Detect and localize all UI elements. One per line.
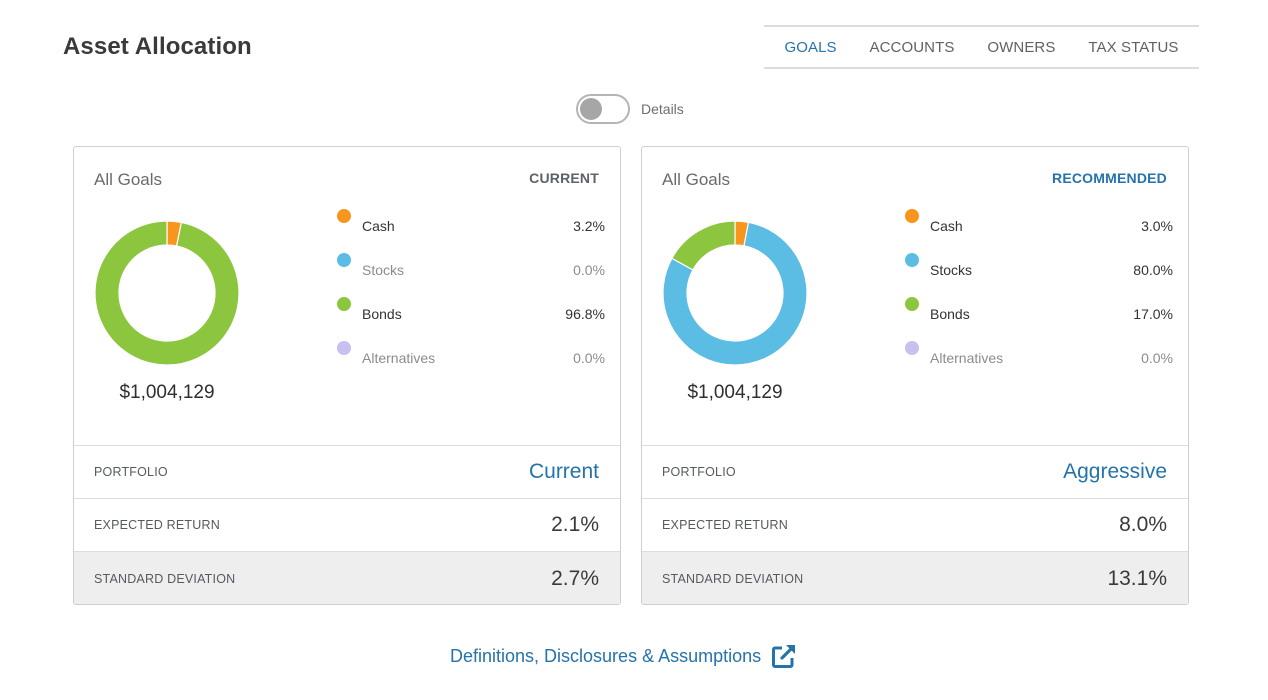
cash-color-dot [905, 209, 919, 223]
details-toggle[interactable] [576, 94, 630, 124]
portfolio-total: $1,004,129 [687, 382, 783, 403]
allocation-legend: Cash 3.2% Stocks 0.0% Bonds 96.8% Alternatives… [337, 207, 605, 383]
view-tabs: GOALS ACCOUNTS OWNERS TAX STATUS [764, 25, 1199, 69]
stocks-color-dot [337, 253, 351, 267]
disclosures-link-text: Definitions, Disclosures & Assumptions [450, 645, 762, 666]
expected-return-label: EXPECTED RETURN [662, 518, 788, 532]
legend-value: 0.0% [573, 350, 605, 366]
legend-name: Cash [362, 218, 395, 234]
donut-slice-bonds [94, 220, 240, 366]
legend-item-alternatives: Alternatives 0.0% [905, 339, 1173, 383]
std-dev-row: STANDARD DEVIATION 2.7% [74, 551, 620, 604]
std-dev-row: STANDARD DEVIATION 13.1% [642, 551, 1188, 604]
card-mode-label: CURRENT [529, 170, 599, 186]
portfolio-value-link[interactable]: Aggressive [1063, 460, 1167, 484]
legend-item-stocks: Stocks 80.0% [905, 251, 1173, 295]
std-dev-value: 2.7% [551, 566, 599, 590]
alternatives-color-dot [905, 341, 919, 355]
legend-name: Cash [930, 218, 963, 234]
toggle-knob [580, 98, 602, 120]
expected-return-row: EXPECTED RETURN 2.1% [74, 498, 620, 551]
legend-value: 17.0% [1133, 306, 1173, 322]
legend-item-alternatives: Alternatives 0.0% [337, 339, 605, 383]
portfolio-stats: PORTFOLIO Aggressive EXPECTED RETURN 8.0… [642, 445, 1188, 604]
legend-value: 0.0% [573, 262, 605, 278]
tab-tax-status[interactable]: TAX STATUS [1088, 39, 1178, 56]
legend-item-cash: Cash 3.2% [337, 207, 605, 251]
current-allocation-card: All Goals CURRENT $1,004,129 Cash 3.2% Sto… [73, 146, 621, 605]
legend-name: Bonds [362, 306, 402, 322]
allocation-donut-chart [94, 220, 240, 366]
donut-slice-bonds [671, 220, 736, 271]
tab-accounts[interactable]: ACCOUNTS [870, 39, 955, 56]
std-dev-value: 13.1% [1107, 566, 1167, 590]
legend-name: Stocks [930, 262, 973, 278]
external-link-icon [772, 645, 796, 668]
portfolio-row: PORTFOLIO Aggressive [642, 445, 1188, 498]
portfolio-total: $1,004,129 [119, 382, 215, 403]
portfolio-value-link[interactable]: Current [529, 460, 599, 484]
card-mode-label: RECOMMENDED [1052, 170, 1167, 186]
tab-goals[interactable]: GOALS [784, 39, 836, 56]
expected-return-value: 2.1% [551, 513, 599, 536]
portfolio-label: PORTFOLIO [662, 465, 736, 479]
legend-name: Alternatives [930, 350, 1004, 366]
details-toggle-label: Details [641, 101, 684, 117]
legend-value: 80.0% [1133, 262, 1173, 278]
bonds-color-dot [905, 297, 919, 311]
legend-value: 3.2% [573, 218, 605, 234]
expected-return-row: EXPECTED RETURN 8.0% [642, 498, 1188, 551]
bonds-color-dot [337, 297, 351, 311]
details-toggle-group: Details [576, 94, 684, 124]
legend-value: 96.8% [565, 306, 605, 322]
page-title: Asset Allocation [63, 33, 252, 60]
legend-value: 0.0% [1141, 350, 1173, 366]
alternatives-color-dot [337, 341, 351, 355]
portfolio-stats: PORTFOLIO Current EXPECTED RETURN 2.1% S… [74, 445, 620, 604]
card-goal-title: All Goals [94, 170, 163, 189]
legend-name: Bonds [930, 306, 970, 322]
legend-item-cash: Cash 3.0% [905, 207, 1173, 251]
expected-return-label: EXPECTED RETURN [94, 518, 220, 532]
legend-item-stocks: Stocks 0.0% [337, 251, 605, 295]
allocation-donut-chart [662, 220, 808, 366]
stocks-color-dot [905, 253, 919, 267]
card-goal-title: All Goals [662, 170, 731, 189]
legend-item-bonds: Bonds 96.8% [337, 295, 605, 339]
expected-return-value: 8.0% [1119, 513, 1167, 536]
portfolio-label: PORTFOLIO [94, 465, 168, 479]
allocation-legend: Cash 3.0% Stocks 80.0% Bonds 17.0% Alternative… [905, 207, 1173, 383]
cash-color-dot [337, 209, 351, 223]
recommended-allocation-card: All Goals RECOMMENDED $1,004,129 Cash 3.0… [641, 146, 1189, 605]
legend-name: Alternatives [362, 350, 436, 366]
disclosures-link[interactable]: Definitions, Disclosures & Assumptions [450, 643, 797, 669]
portfolio-row: PORTFOLIO Current [74, 445, 620, 498]
legend-value: 3.0% [1141, 218, 1173, 234]
std-dev-label: STANDARD DEVIATION [662, 571, 804, 586]
legend-item-bonds: Bonds 17.0% [905, 295, 1173, 339]
tab-owners[interactable]: OWNERS [987, 39, 1055, 56]
legend-name: Stocks [362, 262, 405, 278]
std-dev-label: STANDARD DEVIATION [94, 571, 236, 586]
